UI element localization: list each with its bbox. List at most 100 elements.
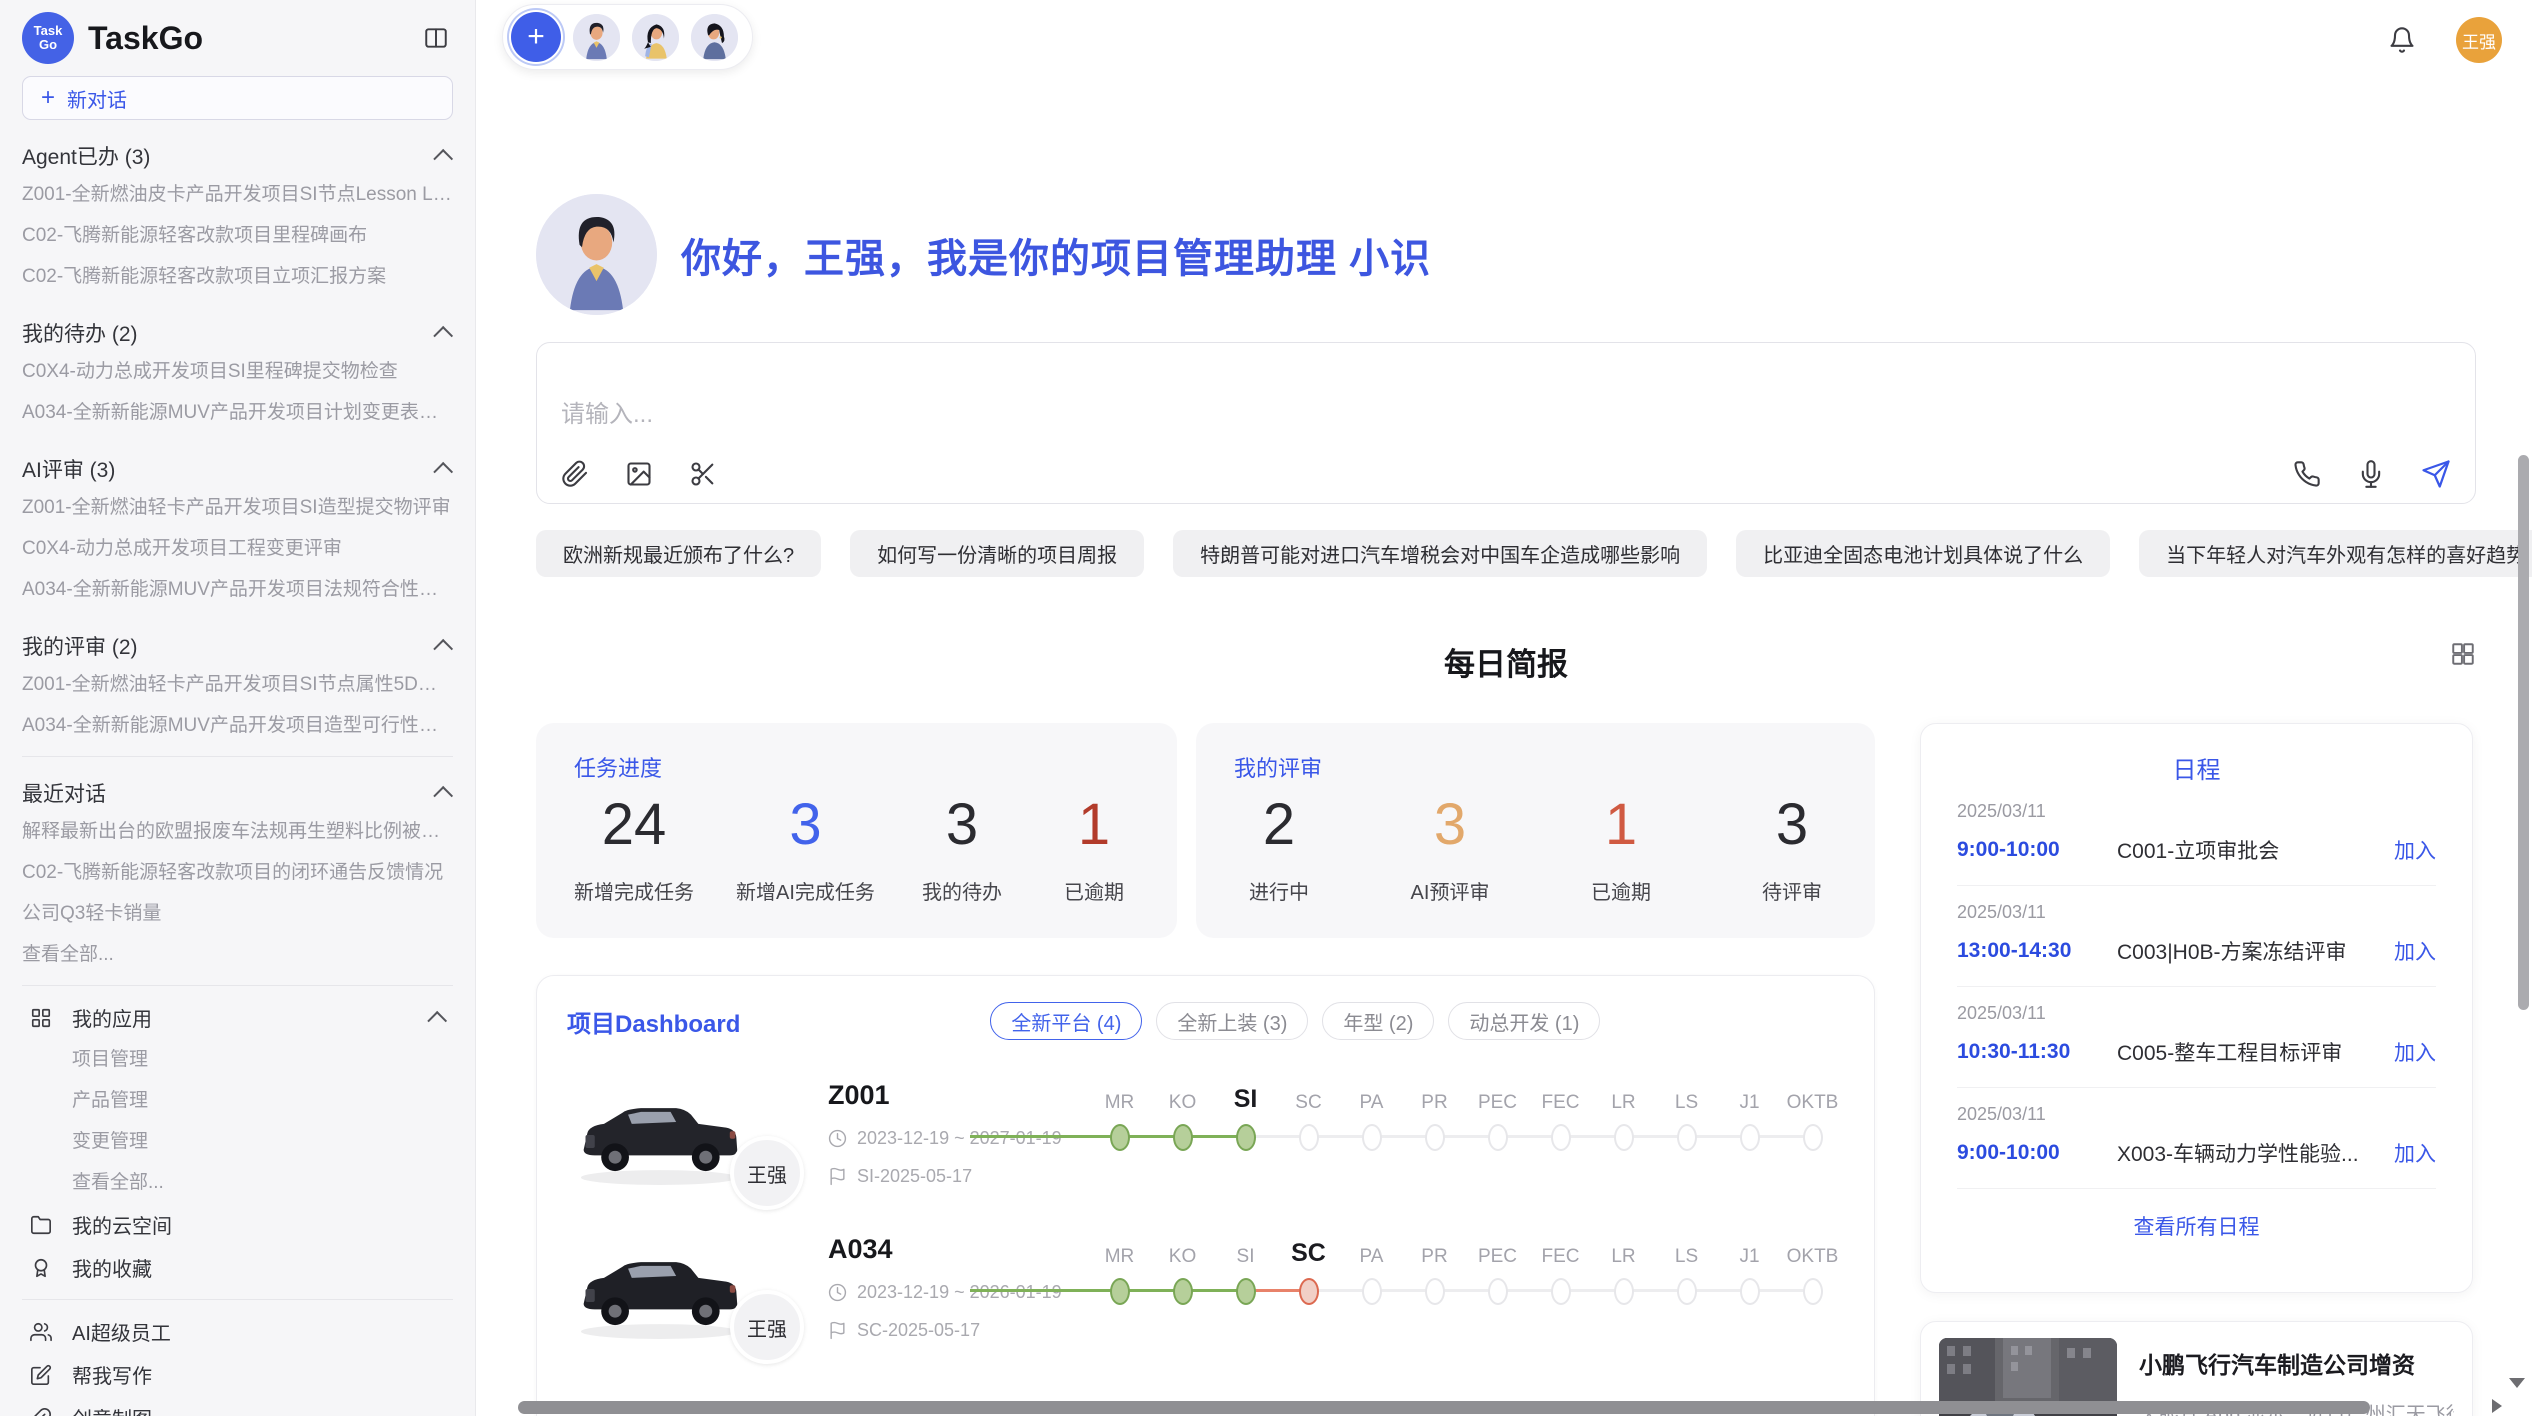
section-ai-review[interactable]: AI评审 (3) — [22, 451, 453, 487]
milestone: KO — [1151, 1078, 1214, 1155]
list-item[interactable]: C02-飞腾新能源轻客改款项目立项汇报方案 — [22, 256, 453, 297]
agent-avatar-3[interactable] — [691, 14, 738, 61]
milestone-dot — [1614, 1278, 1634, 1305]
filter-new-body[interactable]: 全新上装 (3) — [1156, 1002, 1308, 1040]
milestone: J1 — [1718, 1078, 1781, 1155]
list-item[interactable]: C0X4-动力总成开发项目工程变更评审 — [22, 528, 453, 569]
metric-label: 已逾期 — [1576, 876, 1666, 905]
sidebar-collapse-button[interactable] — [419, 21, 453, 55]
new-chat-button[interactable]: + 新对话 — [22, 76, 453, 120]
join-meeting-link[interactable]: 加入 — [2394, 1138, 2436, 1168]
apps-grid-icon — [30, 1007, 52, 1029]
milestone: PA — [1340, 1078, 1403, 1155]
list-item[interactable]: 公司Q3轻卡销量 — [22, 893, 453, 934]
metric: 3 我的待办 — [917, 791, 1007, 905]
voice-call-button[interactable] — [2293, 460, 2321, 488]
filter-all-platform[interactable]: 全新平台 (4) — [990, 1002, 1142, 1040]
list-item[interactable]: 解释最新出台的欧盟报废车法规再生塑料比例被调至15%... — [22, 811, 453, 852]
list-item[interactable]: C0X4-动力总成开发项目SI里程碑提交物检查 — [22, 351, 453, 392]
milestone-dot — [1740, 1278, 1760, 1305]
sidebar-item-cloud-space[interactable]: 我的云空间 — [22, 1203, 453, 1246]
suggestion-chip[interactable]: 如何写一份清晰的项目周报 — [850, 530, 1144, 577]
view-all-chats-link[interactable]: 查看全部... — [22, 934, 453, 975]
list-item[interactable]: A034-全新新能源MUV产品开发项目法规符合性评审 — [22, 569, 453, 610]
schedule-time: 9:00-10:00 — [1957, 838, 2117, 862]
join-meeting-link[interactable]: 加入 — [2394, 1037, 2436, 1067]
suggestion-chip[interactable]: 当下年轻人对汽车外观有怎样的喜好趋势 — [2139, 530, 2532, 577]
join-meeting-link[interactable]: 加入 — [2394, 936, 2436, 966]
horizontal-scrollbar-thumb[interactable] — [518, 1401, 2370, 1414]
project-code: Z001 — [828, 1080, 1088, 1111]
sidebar-item-my-apps[interactable]: 我的应用 — [22, 996, 453, 1039]
view-all-schedule-link[interactable]: 查看所有日程 — [1957, 1211, 2436, 1241]
list-item[interactable]: A034-全新新能源MUV产品开发项目造型可行性评审 — [22, 705, 453, 746]
chat-input[interactable] — [561, 401, 2451, 429]
layout-switch-button[interactable] — [2450, 641, 2476, 672]
suggestion-chip[interactable]: 欧洲新规最近颁布了什么? — [536, 530, 821, 577]
attach-button[interactable] — [561, 460, 589, 488]
sidebar-item-favorites[interactable]: 我的收藏 — [22, 1246, 453, 1289]
section-agent-done[interactable]: Agent已办 (3) — [22, 138, 453, 174]
logo-line1: Task — [34, 24, 63, 38]
vertical-scrollbar-thumb[interactable] — [2518, 455, 2529, 1010]
snippet-button[interactable] — [689, 460, 717, 488]
list-item[interactable]: C02-飞腾新能源轻客改款项目里程碑画布 — [22, 215, 453, 256]
view-all-apps-link[interactable]: 查看全部... — [22, 1162, 453, 1203]
chevron-up-icon — [433, 462, 453, 482]
stat-card-title: 任务进度 — [574, 751, 1139, 783]
schedule-date: 2025/03/11 — [1957, 801, 2436, 822]
sidebar-item-change-mgmt[interactable]: 变更管理 — [22, 1121, 453, 1162]
project-dashboard-card: 项目Dashboard 全新平台 (4) 全新上装 (3) 年型 (2) 动总开… — [536, 975, 1875, 1416]
add-agent-button[interactable]: + — [511, 12, 561, 62]
dashboard-header: 项目Dashboard 全新平台 (4) 全新上装 (3) 年型 (2) 动总开… — [567, 1002, 1844, 1040]
scroll-right-arrow[interactable] — [2492, 1399, 2502, 1413]
stat-card-title: 我的评审 — [1234, 751, 1837, 783]
project-row[interactable]: 王强 Z001 2023-12-19 ~ 2027-01-19 — [567, 1076, 1844, 1194]
sidebar-item-project-mgmt[interactable]: 项目管理 — [22, 1039, 453, 1080]
project-dates: 2023-12-19 ~ 2027-01-19 — [828, 1128, 1088, 1149]
dashboard-title: 项目Dashboard — [567, 1004, 740, 1039]
section-my-review[interactable]: 我的评审 (2) — [22, 628, 453, 664]
topbar-right: 王强 — [2388, 11, 2502, 63]
sidebar-item-creative-draw[interactable]: 创意制图 — [22, 1396, 453, 1416]
sidebar-item-product-mgmt[interactable]: 产品管理 — [22, 1080, 453, 1121]
section-title: AI评审 (3) — [22, 454, 115, 484]
send-button[interactable] — [2421, 459, 2451, 489]
users-icon — [30, 1321, 52, 1343]
milestone-dot — [1236, 1278, 1256, 1305]
insert-image-button[interactable] — [625, 460, 653, 488]
list-item[interactable]: Z001-全新燃油皮卡产品开发项目SI节点Lesson Learn报告 — [22, 174, 453, 215]
my-review-card: 我的评审 2 进行中 3 AI预评审 — [1196, 723, 1875, 938]
flag-label: SC-2025-05-17 — [857, 1320, 980, 1341]
user-avatar[interactable]: 王强 — [2456, 17, 2502, 63]
list-item[interactable]: A034-全新新能源MUV产品开发项目计划变更表编写 — [22, 392, 453, 433]
milestone: SC — [1277, 1078, 1340, 1155]
list-item[interactable]: C02-飞腾新能源轻客改款项目的闭环通告反馈情况 — [22, 852, 453, 893]
agent-avatar-1[interactable] — [573, 14, 620, 61]
schedule-name: C001-立项审批会 — [2117, 835, 2394, 865]
list-item[interactable]: Z001-全新燃油轻卡产品开发项目SI造型提交物评审 — [22, 487, 453, 528]
filter-powertrain[interactable]: 动总开发 (1) — [1448, 1002, 1600, 1040]
metric-value: 24 — [574, 791, 694, 858]
metric-value: 2 — [1234, 791, 1324, 858]
list-item[interactable]: Z001-全新燃油轻卡产品开发项目SI节点属性5D文件评审 — [22, 664, 453, 705]
suggestion-chip[interactable]: 特朗普可能对进口汽车增税会对中国车企造成哪些影响 — [1173, 530, 1707, 577]
filter-model-year[interactable]: 年型 (2) — [1322, 1002, 1434, 1040]
section-recent-chats[interactable]: 最近对话 — [22, 775, 453, 811]
suggestion-chip[interactable]: 比亚迪全固态电池计划具体说了什么 — [1736, 530, 2110, 577]
grid-view-icon — [2450, 641, 2476, 667]
right-column: 日程 2025/03/11 9:00-10:00 C001-立项审批会 加入 2… — [1920, 723, 2473, 1416]
project-row[interactable]: 王强 A034 2023-12-19 ~ 2026-01-19 — [567, 1230, 1844, 1348]
metric: 24 新增完成任务 — [574, 791, 694, 905]
sidebar-item-help-write[interactable]: 帮我写作 — [22, 1353, 453, 1396]
mic-button[interactable] — [2357, 460, 2385, 488]
section-my-todo[interactable]: 我的待办 (2) — [22, 315, 453, 351]
join-meeting-link[interactable]: 加入 — [2394, 835, 2436, 865]
milestone-dot — [1110, 1124, 1130, 1151]
schedule-date: 2025/03/11 — [1957, 1003, 2436, 1024]
notifications-button[interactable] — [2388, 26, 2416, 54]
scroll-down-arrow[interactable] — [2509, 1378, 2525, 1388]
sidebar-item-label: 帮我写作 — [72, 1360, 152, 1389]
agent-avatar-2[interactable] — [632, 14, 679, 61]
sidebar-item-ai-super-staff[interactable]: AI超级员工 — [22, 1310, 453, 1353]
